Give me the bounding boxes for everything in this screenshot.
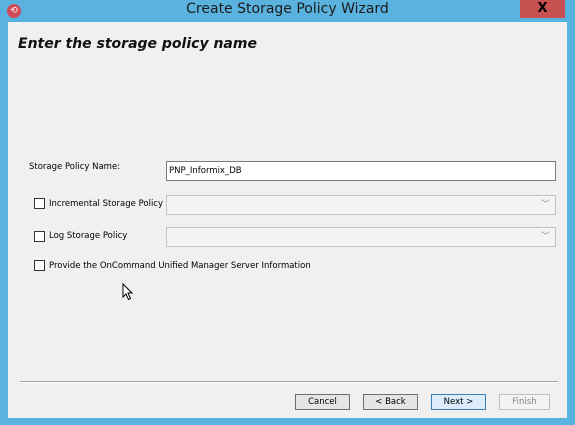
log-storage-policy-label: Log Storage Policy	[49, 231, 128, 241]
storage-policy-name-label: Storage Policy Name:	[29, 162, 121, 172]
log-storage-policy-dropdown[interactable]: ﹀	[166, 227, 556, 247]
close-button[interactable]: X	[520, 0, 565, 18]
incremental-storage-policy-label: Incremental Storage Policy	[49, 199, 164, 209]
divider-highlight	[20, 382, 558, 383]
title-bar: ⟲ Create Storage Policy Wizard X	[0, 0, 575, 22]
header-panel: Enter the storage policy name	[8, 22, 567, 132]
back-button[interactable]: < Back	[363, 394, 418, 410]
chevron-down-icon: ﹀	[541, 232, 551, 242]
window-title: Create Storage Policy Wizard	[186, 1, 389, 17]
next-button[interactable]: Next >	[431, 394, 486, 410]
log-storage-policy-checkbox[interactable]	[34, 231, 45, 242]
oncommand-server-info-label: Provide the OnCommand Unified Manager Se…	[49, 261, 311, 271]
storage-policy-name-input[interactable]: PNP_Informix_DB	[166, 161, 556, 181]
wizard-body: Enter the storage policy name Storage Po…	[8, 22, 567, 418]
incremental-storage-policy-dropdown[interactable]: ﹀	[166, 195, 556, 215]
incremental-storage-policy-checkbox[interactable]	[34, 198, 45, 209]
finish-button[interactable]: Finish	[499, 394, 550, 410]
cancel-button[interactable]: Cancel	[295, 394, 350, 410]
mouse-cursor-icon	[122, 283, 134, 301]
page-heading: Enter the storage policy name	[18, 36, 257, 52]
oncommand-server-info-checkbox[interactable]	[34, 260, 45, 271]
chevron-down-icon: ﹀	[541, 200, 551, 210]
